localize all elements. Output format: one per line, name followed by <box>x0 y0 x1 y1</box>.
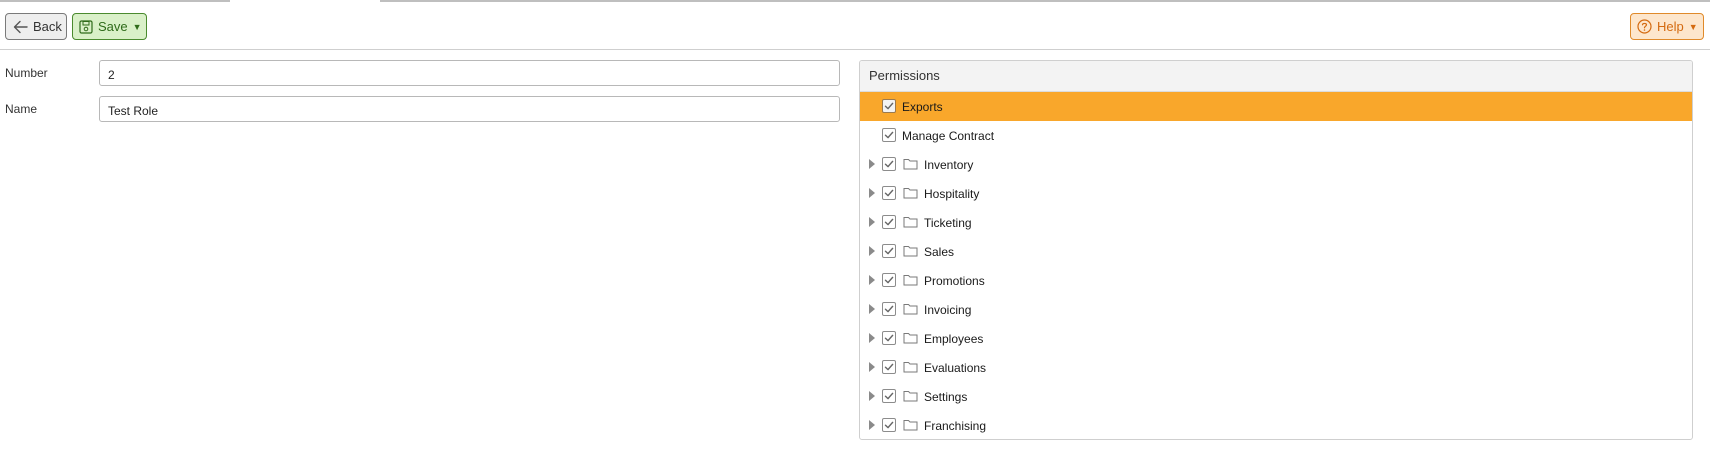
chevron-right-icon[interactable] <box>869 246 875 256</box>
floppy-disk-icon <box>79 19 93 34</box>
help-button-label: Help <box>1657 19 1684 34</box>
question-circle-icon <box>1637 19 1652 34</box>
chevron-right-icon[interactable] <box>869 391 875 401</box>
back-button[interactable]: Back <box>5 13 67 40</box>
checkmark-icon <box>884 276 894 284</box>
checkmark-icon <box>884 363 894 371</box>
tree-item[interactable]: Manage Contract <box>860 121 1692 150</box>
permission-checkbox[interactable] <box>882 157 896 171</box>
tree-item[interactable]: Employees <box>860 324 1692 353</box>
tree-item-label: Inventory <box>924 158 974 172</box>
checkmark-icon <box>884 102 894 110</box>
chevron-right-icon[interactable] <box>869 420 875 430</box>
toolbar: Back Save ▼ Help ▼ <box>0 3 1710 50</box>
tree-item-label: Evaluations <box>924 361 987 375</box>
tree-item[interactable]: Invoicing <box>860 295 1692 324</box>
save-button-label: Save <box>98 19 128 34</box>
tree-item[interactable]: Inventory <box>860 150 1692 179</box>
name-label: Name <box>5 102 38 116</box>
folder-icon <box>903 157 918 173</box>
checkmark-icon <box>884 421 894 429</box>
arrow-left-icon <box>13 20 28 33</box>
permission-checkbox[interactable] <box>882 360 896 374</box>
permission-checkbox[interactable] <box>882 418 896 432</box>
chevron-right-icon[interactable] <box>869 188 875 198</box>
tree-item[interactable]: Ticketing <box>860 208 1692 237</box>
checkmark-icon <box>884 131 894 139</box>
save-button[interactable]: Save ▼ <box>72 13 147 40</box>
folder-icon <box>903 418 918 434</box>
folder-icon <box>903 360 918 376</box>
help-button[interactable]: Help ▼ <box>1630 13 1704 40</box>
chevron-right-icon[interactable] <box>869 362 875 372</box>
permission-checkbox[interactable] <box>882 186 896 200</box>
tree-item-label: Ticketing <box>924 216 972 230</box>
checkmark-icon <box>884 218 894 226</box>
checkmark-icon <box>884 189 894 197</box>
checkmark-icon <box>884 247 894 255</box>
permission-checkbox[interactable] <box>882 302 896 316</box>
permission-checkbox[interactable] <box>882 389 896 403</box>
chevron-right-icon[interactable] <box>869 159 875 169</box>
tree-item[interactable]: Hospitality <box>860 179 1692 208</box>
tree-item-label: Sales <box>924 245 955 259</box>
folder-icon <box>903 186 918 202</box>
checkmark-icon <box>884 392 894 400</box>
tab-indicator-right <box>380 0 1710 2</box>
chevron-right-icon[interactable] <box>869 304 875 314</box>
number-input[interactable] <box>99 60 840 86</box>
chevron-right-icon[interactable] <box>869 275 875 285</box>
tree-item[interactable]: Promotions <box>860 266 1692 295</box>
folder-icon <box>903 244 918 260</box>
tree-item[interactable]: Franchising <box>860 411 1692 439</box>
chevron-down-icon: ▼ <box>132 21 142 32</box>
permission-checkbox[interactable] <box>882 215 896 229</box>
permission-checkbox[interactable] <box>882 331 896 345</box>
checkmark-icon <box>884 305 894 313</box>
checkmark-icon <box>884 160 894 168</box>
tree-item-label: Promotions <box>924 274 985 288</box>
chevron-right-icon[interactable] <box>869 333 875 343</box>
permissions-panel: Permissions Exports Manage Contract Invent… <box>859 60 1693 440</box>
permission-checkbox[interactable] <box>882 128 896 142</box>
folder-icon <box>903 331 918 347</box>
tree-item-label: Settings <box>924 390 968 404</box>
tree-item-label: Hospitality <box>924 187 980 201</box>
permission-checkbox[interactable] <box>882 99 896 113</box>
tree-item[interactable]: Sales <box>860 237 1692 266</box>
tree-item[interactable]: Exports <box>860 92 1692 121</box>
tree-item-label: Employees <box>924 332 984 346</box>
tree-item[interactable]: Evaluations <box>860 353 1692 382</box>
folder-icon <box>903 302 918 318</box>
folder-icon <box>903 389 918 405</box>
number-label: Number <box>5 66 48 80</box>
name-input[interactable] <box>99 96 840 122</box>
back-button-label: Back <box>33 19 62 34</box>
checkmark-icon <box>884 334 894 342</box>
permission-checkbox[interactable] <box>882 273 896 287</box>
tree-item-label: Exports <box>902 100 943 114</box>
tree-item-label: Franchising <box>924 419 987 433</box>
tab-indicator-left <box>0 0 230 2</box>
chevron-down-icon: ▼ <box>1688 21 1698 32</box>
tree-item[interactable]: Settings <box>860 382 1692 411</box>
folder-icon <box>903 273 918 289</box>
chevron-right-icon[interactable] <box>869 217 875 227</box>
permission-checkbox[interactable] <box>882 244 896 258</box>
tree-item-label: Invoicing <box>924 303 972 317</box>
permissions-title: Permissions <box>860 61 1692 92</box>
folder-icon <box>903 215 918 231</box>
tree-item-label: Manage Contract <box>902 129 995 143</box>
